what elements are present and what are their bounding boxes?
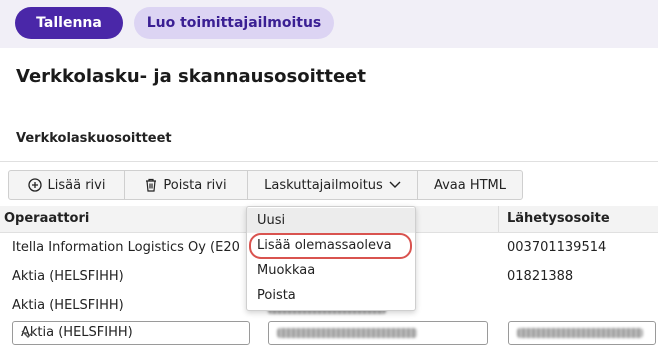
page-title: Verkkolasku- ja skannausosoitteet bbox=[16, 66, 366, 87]
chevron-down-icon bbox=[21, 328, 243, 343]
sender-address-cell: 01821388 bbox=[507, 269, 574, 284]
create-supplier-notice-button[interactable]: Luo toimittajailmoitus bbox=[134, 7, 334, 39]
column-header-sender-address[interactable]: Lähetysosoite bbox=[507, 211, 610, 226]
open-html-button[interactable]: Avaa HTML bbox=[418, 171, 522, 199]
divider bbox=[0, 161, 658, 162]
column-separator bbox=[498, 206, 499, 232]
add-row-label: Lisää rivi bbox=[47, 177, 106, 193]
remove-row-button[interactable]: Poista rivi bbox=[125, 171, 248, 199]
menu-item-edit[interactable]: Muokkaa bbox=[247, 258, 415, 283]
add-row-button[interactable]: Lisää rivi bbox=[9, 171, 125, 199]
blurred-value bbox=[277, 328, 417, 338]
plus-circle-icon bbox=[27, 178, 42, 192]
column-header-operator[interactable]: Operaattori bbox=[4, 211, 89, 226]
trash-icon bbox=[145, 178, 157, 192]
invoicer-notice-menu: Uusi Lisää olemassaoleva Muokkaa Poista bbox=[246, 206, 416, 311]
invoice-address-input[interactable] bbox=[268, 321, 488, 345]
remove-row-label: Poista rivi bbox=[163, 177, 227, 193]
sender-address-input[interactable] bbox=[508, 321, 656, 345]
top-action-bar: Tallenna Luo toimittajailmoitus bbox=[0, 0, 658, 48]
operator-cell: Aktia (HELSFIHH) bbox=[12, 298, 124, 313]
operator-select[interactable]: Aktia (HELSFIHH) bbox=[12, 321, 250, 345]
grid-toolbar: Lisää rivi Poista rivi Laskuttajailmoitu… bbox=[8, 170, 523, 200]
blurred-value bbox=[517, 328, 643, 338]
save-button[interactable]: Tallenna bbox=[15, 7, 123, 39]
menu-item-delete[interactable]: Poista bbox=[247, 283, 415, 308]
sender-address-cell: 003701139514 bbox=[507, 240, 607, 255]
menu-item-new[interactable]: Uusi bbox=[247, 208, 415, 233]
chevron-down-icon bbox=[389, 181, 401, 189]
operator-cell: Aktia (HELSFIHH) bbox=[12, 269, 124, 284]
section-title: Verkkolaskuosoitteet bbox=[16, 131, 172, 146]
invoicer-notice-label: Laskuttajailmoitus bbox=[264, 177, 383, 193]
invoicer-notice-dropdown-button[interactable]: Laskuttajailmoitus bbox=[248, 171, 418, 199]
operator-cell: Itella Information Logistics Oy (E20 bbox=[12, 240, 240, 255]
menu-item-add-existing[interactable]: Lisää olemassaoleva bbox=[247, 233, 415, 258]
